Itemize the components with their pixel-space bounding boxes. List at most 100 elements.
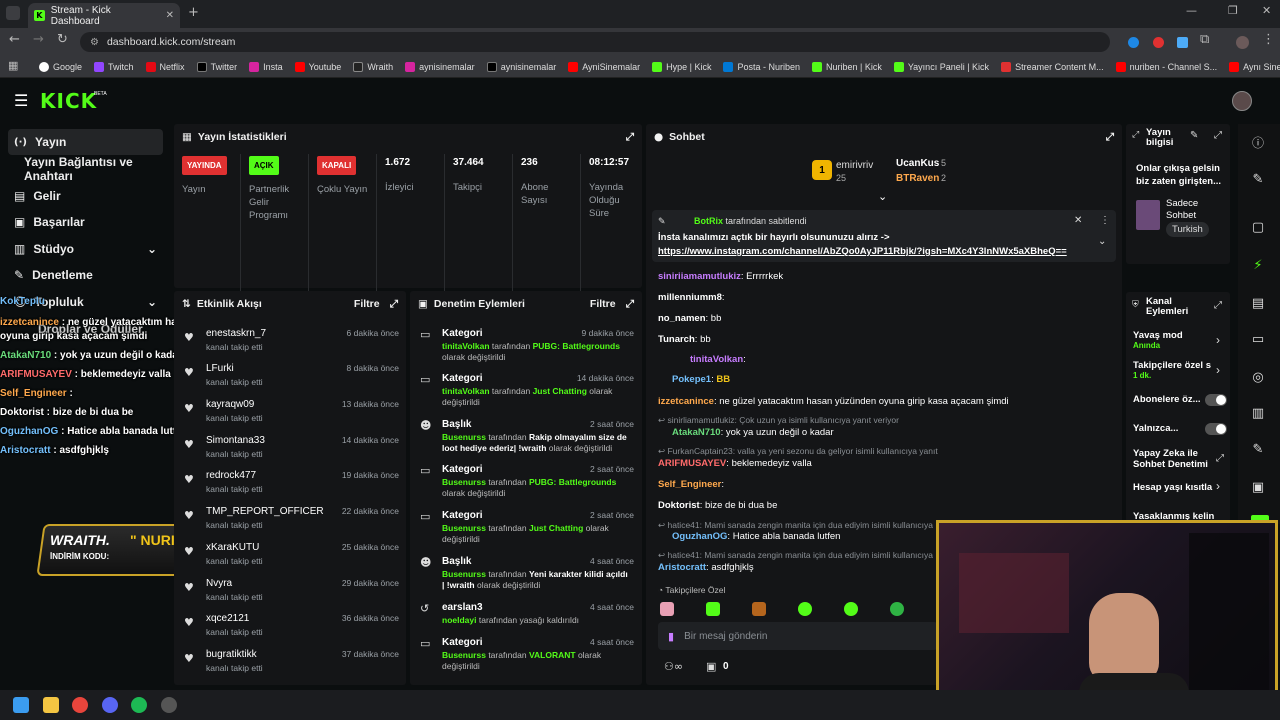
edit-icon[interactable]: ✎ xyxy=(1236,172,1280,187)
sidebar-item-gelir[interactable]: ▤ Gelir xyxy=(8,183,163,209)
crop-icon[interactable]: ▢ xyxy=(1236,220,1280,235)
bookmark-item[interactable]: Hype | Kick xyxy=(647,61,716,72)
bookmark-item[interactable]: nuriben - Channel S... xyxy=(1111,61,1223,72)
apps-grid-icon[interactable]: ▦ xyxy=(8,59,18,72)
site-info-icon[interactable]: ⚙ xyxy=(90,37,99,48)
bookmark-item[interactable]: Google xyxy=(34,61,87,72)
address-bar[interactable]: ⚙ dashboard.kick.com/stream xyxy=(80,32,1110,52)
bookmark-item[interactable]: Insta xyxy=(244,61,288,72)
wrench-icon[interactable]: ✎ xyxy=(1236,442,1280,457)
lightning-icon[interactable]: ⚡ xyxy=(1236,258,1280,273)
unpin-icon[interactable]: ✕ xyxy=(1074,215,1082,226)
chat-input-placeholder[interactable]: Bir mesaj gönderin xyxy=(684,631,767,642)
sidebar-item-yayin[interactable]: (·) Yayın xyxy=(8,129,163,155)
bookmark-item[interactable]: Twitch xyxy=(89,61,139,72)
bookmark-item[interactable]: aynisinemalar xyxy=(400,61,480,72)
tab-search-button[interactable] xyxy=(6,6,20,20)
gift-icon[interactable]: ▣ xyxy=(706,660,716,673)
browser-menu-icon[interactable]: ⋮ xyxy=(1262,32,1275,47)
bookmark-item[interactable]: Posta - Nuriben xyxy=(718,61,805,72)
bookmark-item[interactable]: Yayıncı Paneli | Kick xyxy=(889,61,994,72)
extension-icon[interactable] xyxy=(1128,37,1139,48)
bookmark-item[interactable]: aynisinemalar xyxy=(482,61,562,72)
maximize-icon[interactable]: ❐ xyxy=(1228,4,1238,17)
chat-input[interactable]: ▮ Bir mesaj gönderin xyxy=(658,622,938,650)
file-explorer-icon[interactable] xyxy=(43,697,59,713)
language-tag[interactable]: Turkish xyxy=(1166,222,1209,237)
windows-start-icon[interactable] xyxy=(13,697,29,713)
sidebar-item-denetleme[interactable]: ✎ Denetleme xyxy=(8,262,163,288)
chat-bubble-icon[interactable]: ▭ xyxy=(1236,332,1280,347)
emote-icon[interactable] xyxy=(890,602,904,616)
microphone-icon[interactable]: ▮ xyxy=(668,630,674,643)
browser-tab[interactable]: K Stream - Kick Dashboard ✕ xyxy=(28,3,180,28)
user-avatar[interactable] xyxy=(1232,91,1252,111)
chevron-right-icon[interactable]: › xyxy=(1216,333,1220,347)
top-gifter-name[interactable]: UcanKus xyxy=(896,158,939,169)
emote-icon[interactable] xyxy=(844,602,858,616)
subscribers-only-toggle[interactable] xyxy=(1205,394,1227,406)
more-options-icon[interactable]: ⋮ xyxy=(1100,215,1110,226)
profile-avatar[interactable] xyxy=(1236,36,1249,49)
sidebar-item-studyo[interactable]: ▥ Stüdyo ⌄ xyxy=(8,236,163,262)
bookmark-item[interactable]: Aynı Sinemalar - Ça... xyxy=(1224,61,1280,72)
extensions-puzzle-icon[interactable]: ⧉ xyxy=(1200,32,1209,47)
bookmark-item[interactable]: AyniSinemalar xyxy=(563,61,645,72)
expand-icon[interactable]: ⤢ xyxy=(390,298,398,311)
expand-icon[interactable]: ⤢ xyxy=(626,298,634,311)
sidebar-item-basarilar[interactable]: ▣ Başarılar xyxy=(8,209,163,235)
reload-icon[interactable]: ↻ xyxy=(57,32,68,47)
extension-icon[interactable] xyxy=(1153,37,1164,48)
collapse-icon[interactable]: ⌄ xyxy=(878,190,887,203)
emote-icon[interactable] xyxy=(798,602,812,616)
filter-button[interactable]: Filtre xyxy=(354,298,380,310)
broadcast-icon[interactable]: ◎ xyxy=(1236,370,1280,385)
users-icon[interactable]: ⚇∞ xyxy=(664,660,683,673)
minimize-icon[interactable]: — xyxy=(1186,4,1197,17)
spotify-icon[interactable] xyxy=(131,697,147,713)
ai-moderation-action[interactable]: Yapay Zeka ile Sohbet Denetimi xyxy=(1133,448,1213,470)
filter-button[interactable]: Filtre xyxy=(590,298,616,310)
category-thumbnail[interactable] xyxy=(1136,200,1160,230)
expand-icon[interactable]: ⤢ xyxy=(1214,300,1222,311)
hamburger-menu-icon[interactable]: ☰ xyxy=(14,91,28,110)
close-tab-icon[interactable]: ✕ xyxy=(166,10,174,21)
layout-icon[interactable]: ▥ xyxy=(1236,406,1280,421)
back-icon[interactable]: ← xyxy=(9,32,20,47)
new-tab-icon[interactable]: + xyxy=(188,5,199,20)
discord-icon[interactable] xyxy=(102,697,118,713)
clipboard-icon[interactable]: ▤ xyxy=(1236,296,1280,311)
followers-only-action[interactable]: Takipçilere özel s1 dk. xyxy=(1133,360,1228,380)
expand-icon[interactable]: ⤢ xyxy=(626,131,634,144)
emotes-only-toggle[interactable] xyxy=(1205,423,1227,435)
forward-icon[interactable]: → xyxy=(33,32,44,47)
bookmark-item[interactable]: Youtube xyxy=(290,61,347,72)
emote-icon[interactable] xyxy=(660,602,674,616)
expand-icon[interactable]: ⤢ xyxy=(1132,130,1139,140)
sidebar-item-stream-key[interactable]: Yayın Bağlantısı ve Anahtarı xyxy=(8,155,163,183)
extension-icon[interactable] xyxy=(1177,37,1188,48)
url-text[interactable]: dashboard.kick.com/stream xyxy=(107,36,235,48)
chevron-right-icon[interactable]: › xyxy=(1216,363,1220,377)
account-age-action[interactable]: Hesap yaşı kısıtla xyxy=(1133,482,1228,493)
slow-mode-action[interactable]: Yavaş mod Anında xyxy=(1133,330,1228,350)
external-link-icon[interactable]: ⤢ xyxy=(1216,453,1224,464)
bookmark-item[interactable]: Twitter xyxy=(192,61,243,72)
chevron-right-icon[interactable]: › xyxy=(1216,479,1220,493)
info-icon[interactable]: ⓘ xyxy=(1236,134,1280,151)
bookmark-item[interactable]: Wraith xyxy=(348,61,398,72)
bookmark-item[interactable]: Streamer Content M... xyxy=(996,61,1109,72)
kick-logo[interactable]: KICK xyxy=(40,89,97,113)
top-gifter-name[interactable]: emirivriv xyxy=(836,160,873,171)
category-name[interactable]: Sadece Sohbet xyxy=(1166,198,1226,222)
close-window-icon[interactable]: ✕ xyxy=(1262,4,1271,17)
gift-icon[interactable]: ▣ xyxy=(1236,480,1280,495)
emote-icon[interactable] xyxy=(706,602,720,616)
pinned-link[interactable]: https://www.instagram.com/channel/AbZQo0… xyxy=(658,246,1067,257)
chevron-down-icon[interactable]: ⌄ xyxy=(1098,236,1106,247)
obs-icon[interactable] xyxy=(161,697,177,713)
expand-icon[interactable]: ⤢ xyxy=(1106,131,1114,144)
emote-icon[interactable] xyxy=(752,602,766,616)
edit-icon[interactable]: ✎ xyxy=(1190,130,1198,141)
expand-icon[interactable]: ⤢ xyxy=(1214,130,1222,141)
